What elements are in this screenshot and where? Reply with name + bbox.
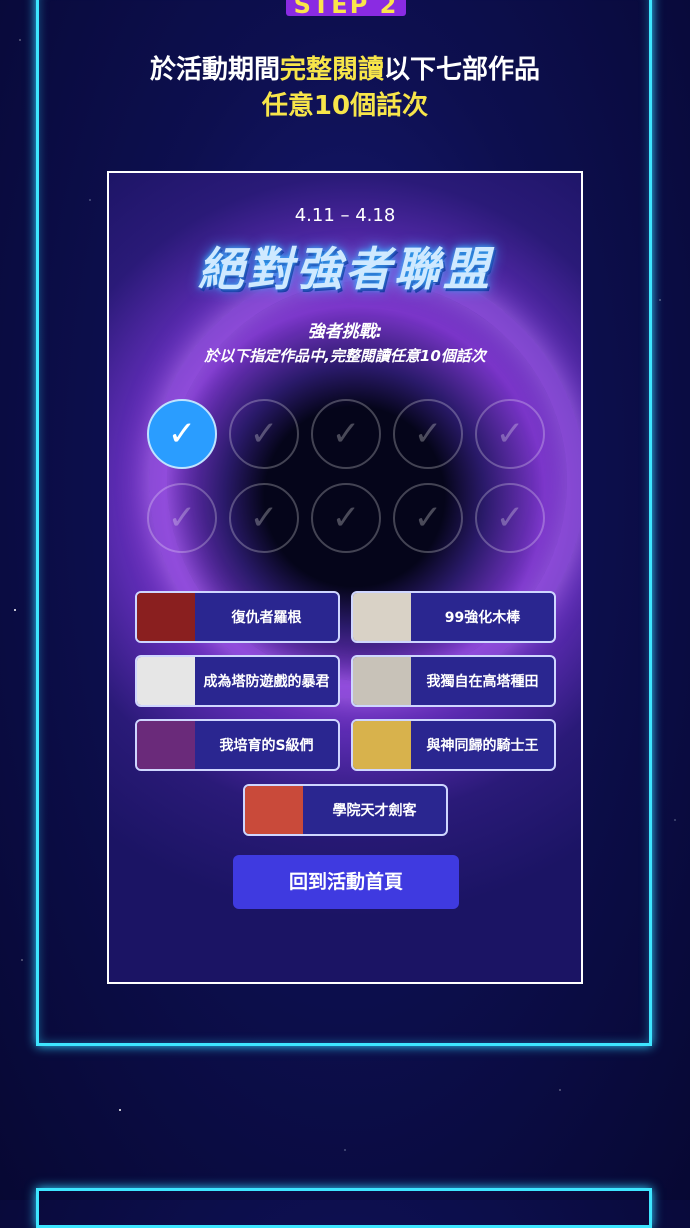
step-badge: STEP 2: [286, 0, 406, 16]
event-date: 4.11 – 4.18: [294, 205, 396, 226]
work-title: 與神同歸的騎士王: [426, 738, 539, 754]
headline-text: 於活動期間: [149, 55, 280, 85]
work-thumbnail: [353, 593, 411, 641]
work-thumbnail: [353, 721, 411, 769]
work-title: 99強化木棒: [444, 610, 521, 626]
check-icon: ✓: [229, 399, 299, 469]
check-icon: ✓: [475, 483, 545, 553]
event-title: 絕對強者聯盟: [198, 242, 492, 296]
check-icon: ✓: [229, 483, 299, 553]
work-item[interactable]: 成為塔防遊戲的暴君: [135, 655, 340, 707]
challenge-title: 強者挑戰:: [307, 322, 383, 342]
work-item[interactable]: 99強化木棒: [351, 591, 556, 643]
work-thumbnail: [353, 657, 411, 705]
headline-text: 以下七部作品: [384, 55, 541, 85]
work-item[interactable]: 學院天才劍客: [243, 784, 448, 836]
work-title: 學院天才劍客: [332, 803, 417, 819]
work-thumbnail: [245, 786, 303, 834]
work-thumbnail: [137, 721, 195, 769]
work-item[interactable]: 與神同歸的騎士王: [351, 719, 556, 771]
work-item[interactable]: 我獨自在高塔種田: [351, 655, 556, 707]
headline-line-2: 任意10個話次: [261, 91, 429, 121]
check-icon: ✓: [311, 399, 381, 469]
work-title: 我培育的S級們: [219, 738, 314, 754]
work-thumbnail: [137, 657, 195, 705]
headline-highlight: 完整閱讀: [279, 55, 384, 85]
headline-line-1: 於活動期間完整閱讀以下七部作品: [0, 52, 690, 88]
check-icon: ✓: [475, 399, 545, 469]
check-icon: ✓: [311, 483, 381, 553]
check-icon: ✓: [147, 399, 217, 469]
back-to-event-home-button[interactable]: 回到活動首頁: [233, 855, 459, 909]
work-title: 我獨自在高塔種田: [426, 674, 539, 690]
work-title: 成為塔防遊戲的暴君: [203, 674, 330, 690]
check-icon: ✓: [393, 483, 463, 553]
work-thumbnail: [137, 593, 195, 641]
work-item[interactable]: 我培育的S級們: [135, 719, 340, 771]
work-item[interactable]: 復仇者羅根: [135, 591, 340, 643]
event-card: 4.11 – 4.18 絕對強者聯盟 強者挑戰: 於以下指定作品中,完整閱讀任意…: [107, 171, 583, 984]
check-icon: ✓: [147, 483, 217, 553]
work-title: 復仇者羅根: [231, 610, 302, 626]
challenge-description: 於以下指定作品中,完整閱讀任意10個話次: [204, 347, 486, 365]
check-icon: ✓: [393, 399, 463, 469]
next-step-frame: [36, 1188, 652, 1228]
